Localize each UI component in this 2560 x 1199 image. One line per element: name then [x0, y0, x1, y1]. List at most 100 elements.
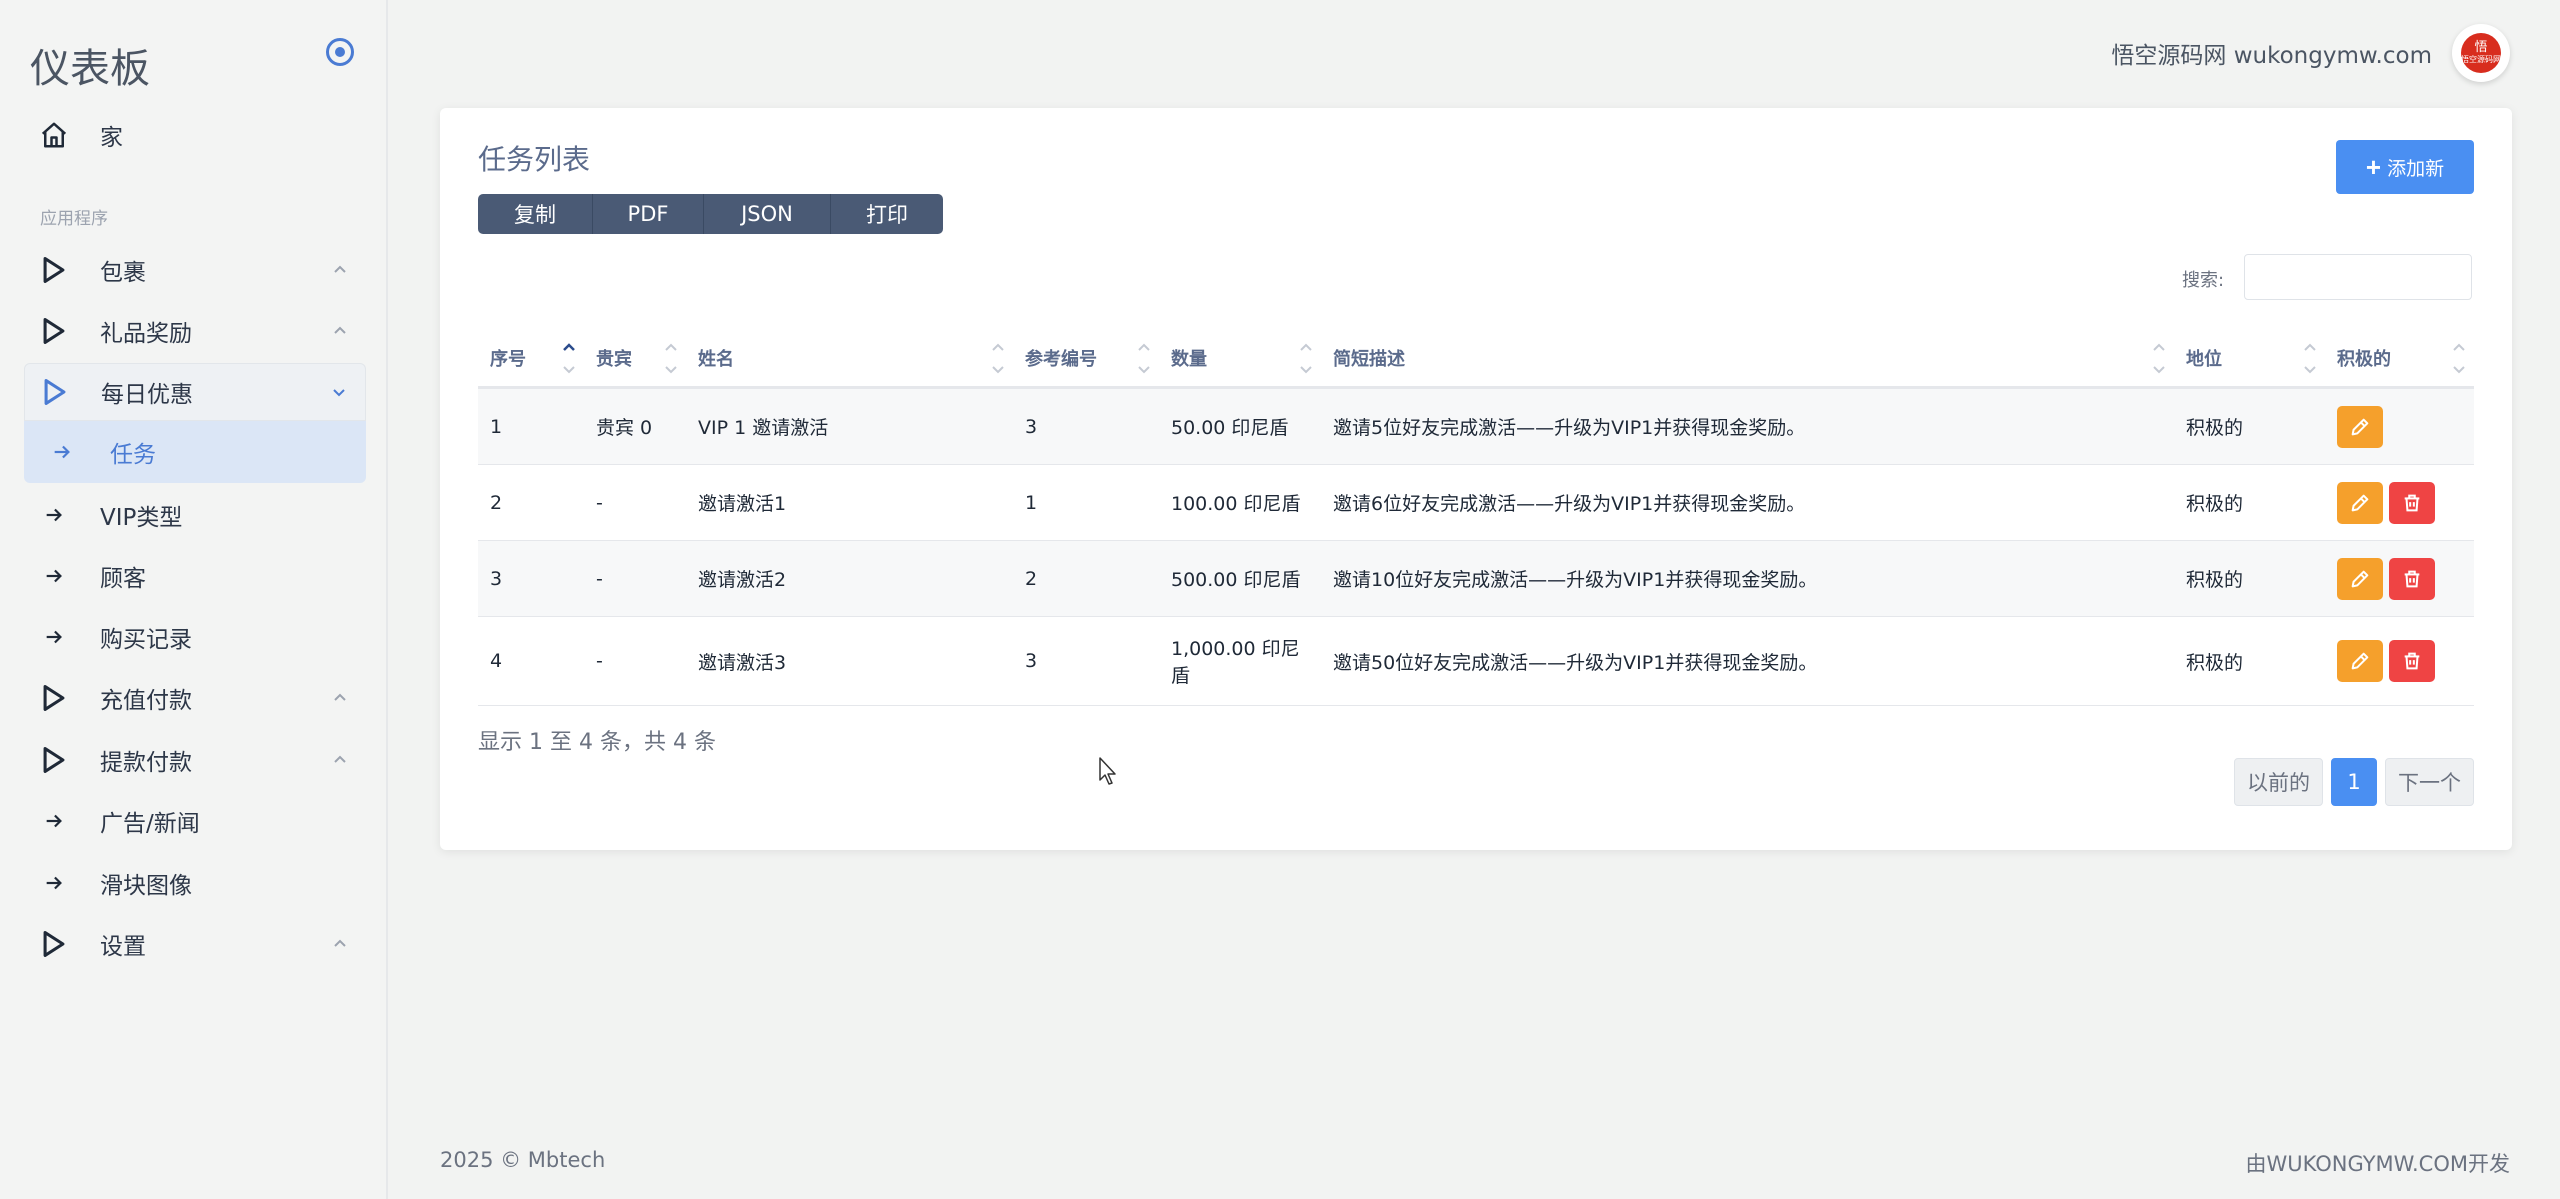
- mouse-cursor-icon: [1099, 757, 1116, 785]
- sidebar-item-ads-news[interactable]: 广告/新闻: [24, 792, 366, 850]
- trash-icon: [2404, 570, 2420, 587]
- sidebar-item-label: 设置: [100, 934, 146, 960]
- sidebar-item-customers[interactable]: 顾客: [24, 547, 366, 605]
- play-icon: [38, 744, 70, 776]
- cell-name: 邀请激活1: [686, 464, 1013, 541]
- pagination-page-1[interactable]: 1: [2331, 758, 2377, 806]
- cell-actions: [2325, 387, 2474, 465]
- arrow-right-icon: [46, 436, 78, 468]
- column-header-qty[interactable]: 数量: [1159, 330, 1321, 389]
- cell-name: 邀请激活3: [686, 616, 1013, 706]
- cell-no: 1: [478, 387, 584, 465]
- column-header-label: 数量: [1171, 349, 1207, 370]
- cell-vip: -: [584, 616, 686, 706]
- sidebar-item-recharge-payment[interactable]: 充值付款: [24, 669, 366, 727]
- pagination: 以前的 1 下一个: [2234, 758, 2474, 806]
- cell-name: VIP 1 邀请激活: [686, 387, 1013, 465]
- column-header-ref[interactable]: 参考编号: [1013, 330, 1159, 389]
- json-button[interactable]: JSON: [704, 194, 831, 234]
- sidebar-toggle-icon[interactable]: [326, 38, 354, 66]
- edit-button[interactable]: [2337, 557, 2383, 600]
- avatar[interactable]: 悟 悟空源码网: [2452, 24, 2510, 82]
- pencil-icon: [2351, 418, 2369, 435]
- sidebar-item-tasks[interactable]: 任务: [24, 421, 366, 483]
- copy-button[interactable]: 复制: [478, 194, 593, 234]
- play-icon: [38, 254, 70, 286]
- column-header-desc[interactable]: 简短描述: [1321, 330, 2174, 389]
- column-header-status[interactable]: 地位: [2174, 330, 2325, 389]
- column-header-no[interactable]: 序号: [478, 330, 584, 389]
- sort-asc-icon: [563, 343, 575, 374]
- cell-no: 3: [478, 540, 584, 617]
- cell-qty: 500.00 印尼盾: [1159, 540, 1321, 617]
- sidebar-item-daily-offers[interactable]: 每日优惠: [24, 363, 366, 421]
- column-header-label: 积极的: [2337, 349, 2391, 370]
- chevron-up-icon: [334, 755, 346, 763]
- footer-credit[interactable]: 由WUKONGYMW.COM开发: [2245, 1148, 2510, 1178]
- sidebar-item-purchase-records[interactable]: 购买记录: [24, 608, 366, 666]
- column-header-vip[interactable]: 贵宾: [584, 330, 686, 389]
- play-icon: [38, 682, 70, 714]
- play-icon: [38, 928, 70, 960]
- play-icon: [38, 315, 70, 347]
- print-button[interactable]: 打印: [831, 194, 943, 234]
- cell-status: 积极的: [2174, 387, 2325, 465]
- delete-button[interactable]: [2389, 481, 2435, 524]
- add-new-button[interactable]: + 添加新: [2336, 140, 2474, 194]
- delete-button[interactable]: [2389, 557, 2435, 600]
- column-header-name[interactable]: 姓名: [686, 330, 1013, 389]
- cell-vip: 贵宾 0: [584, 387, 686, 465]
- pdf-button[interactable]: PDF: [593, 194, 704, 234]
- cell-qty: 50.00 印尼盾: [1159, 387, 1321, 465]
- chevron-up-icon: [334, 265, 346, 273]
- sidebar: 仪表板 家 应用程序 包裹 礼品奖励 每日优惠 任务 VIP类型 顾客 购买记录: [0, 0, 388, 1199]
- sidebar-item-label: 包裹: [100, 260, 146, 286]
- column-header-label: 简短描述: [1333, 349, 1405, 370]
- table-header-row: 序号 贵宾 姓名 参考编号 数量 简短描述 地位 积极的: [478, 330, 2474, 389]
- sidebar-brand[interactable]: 仪表板: [30, 36, 150, 94]
- edit-button[interactable]: [2337, 640, 2383, 682]
- play-icon: [39, 376, 71, 408]
- arrow-right-icon: [38, 621, 70, 653]
- avatar-logo-top: 悟: [2474, 40, 2488, 56]
- edit-button[interactable]: [2337, 405, 2383, 448]
- table-row: 2 - 邀请激活1 1 100.00 印尼盾 邀请6位好友完成激活——升级为VI…: [478, 464, 2474, 541]
- pagination-prev[interactable]: 以前的: [2234, 758, 2323, 806]
- sort-icon: [992, 343, 1004, 374]
- export-buttons: 复制 PDF JSON 打印: [478, 194, 943, 234]
- site-link[interactable]: 悟空源码网 wukongymw.com: [2111, 36, 2432, 70]
- sidebar-item-withdraw-payment[interactable]: 提款付款: [24, 731, 366, 789]
- sidebar-item-gift-rewards[interactable]: 礼品奖励: [24, 302, 366, 360]
- pagination-next[interactable]: 下一个: [2385, 758, 2474, 806]
- table-row: 3 - 邀请激活2 2 500.00 印尼盾 邀请10位好友完成激活——升级为V…: [478, 540, 2474, 617]
- sidebar-item-label: 礼品奖励: [100, 321, 192, 347]
- sidebar-item-home[interactable]: 家: [24, 106, 366, 164]
- search-input[interactable]: [2244, 254, 2472, 300]
- sidebar-item-packages[interactable]: 包裹: [24, 241, 366, 299]
- cell-desc: 邀请5位好友完成激活——升级为VIP1并获得现金奖励。: [1321, 387, 2174, 465]
- cell-desc: 邀请6位好友完成激活——升级为VIP1并获得现金奖励。: [1321, 464, 2174, 541]
- sidebar-item-slider-images[interactable]: 滑块图像: [24, 854, 366, 912]
- cell-qty: 1,000.00 印尼盾: [1159, 616, 1321, 706]
- cell-qty: 100.00 印尼盾: [1159, 464, 1321, 541]
- cell-vip: -: [584, 464, 686, 541]
- sidebar-item-vip-types[interactable]: VIP类型: [24, 486, 366, 544]
- sidebar-item-label: 购买记录: [100, 627, 192, 653]
- arrow-right-icon: [38, 560, 70, 592]
- pencil-icon: [2351, 652, 2369, 670]
- sort-icon: [1138, 343, 1150, 374]
- column-header-active[interactable]: 积极的: [2325, 330, 2474, 389]
- cell-actions: [2325, 464, 2474, 541]
- sidebar-item-label: 广告/新闻: [100, 811, 200, 837]
- delete-button[interactable]: [2389, 640, 2435, 682]
- sort-icon: [2453, 343, 2465, 374]
- chevron-up-icon: [334, 939, 346, 947]
- cell-actions: [2325, 540, 2474, 617]
- sidebar-item-label: 家: [100, 125, 123, 151]
- search-label: 搜索:: [2182, 270, 2225, 291]
- cell-status: 积极的: [2174, 616, 2325, 706]
- sidebar-item-settings[interactable]: 设置: [24, 915, 366, 973]
- column-header-label: 参考编号: [1025, 349, 1097, 370]
- edit-button[interactable]: [2337, 481, 2383, 524]
- pencil-icon: [2351, 494, 2369, 511]
